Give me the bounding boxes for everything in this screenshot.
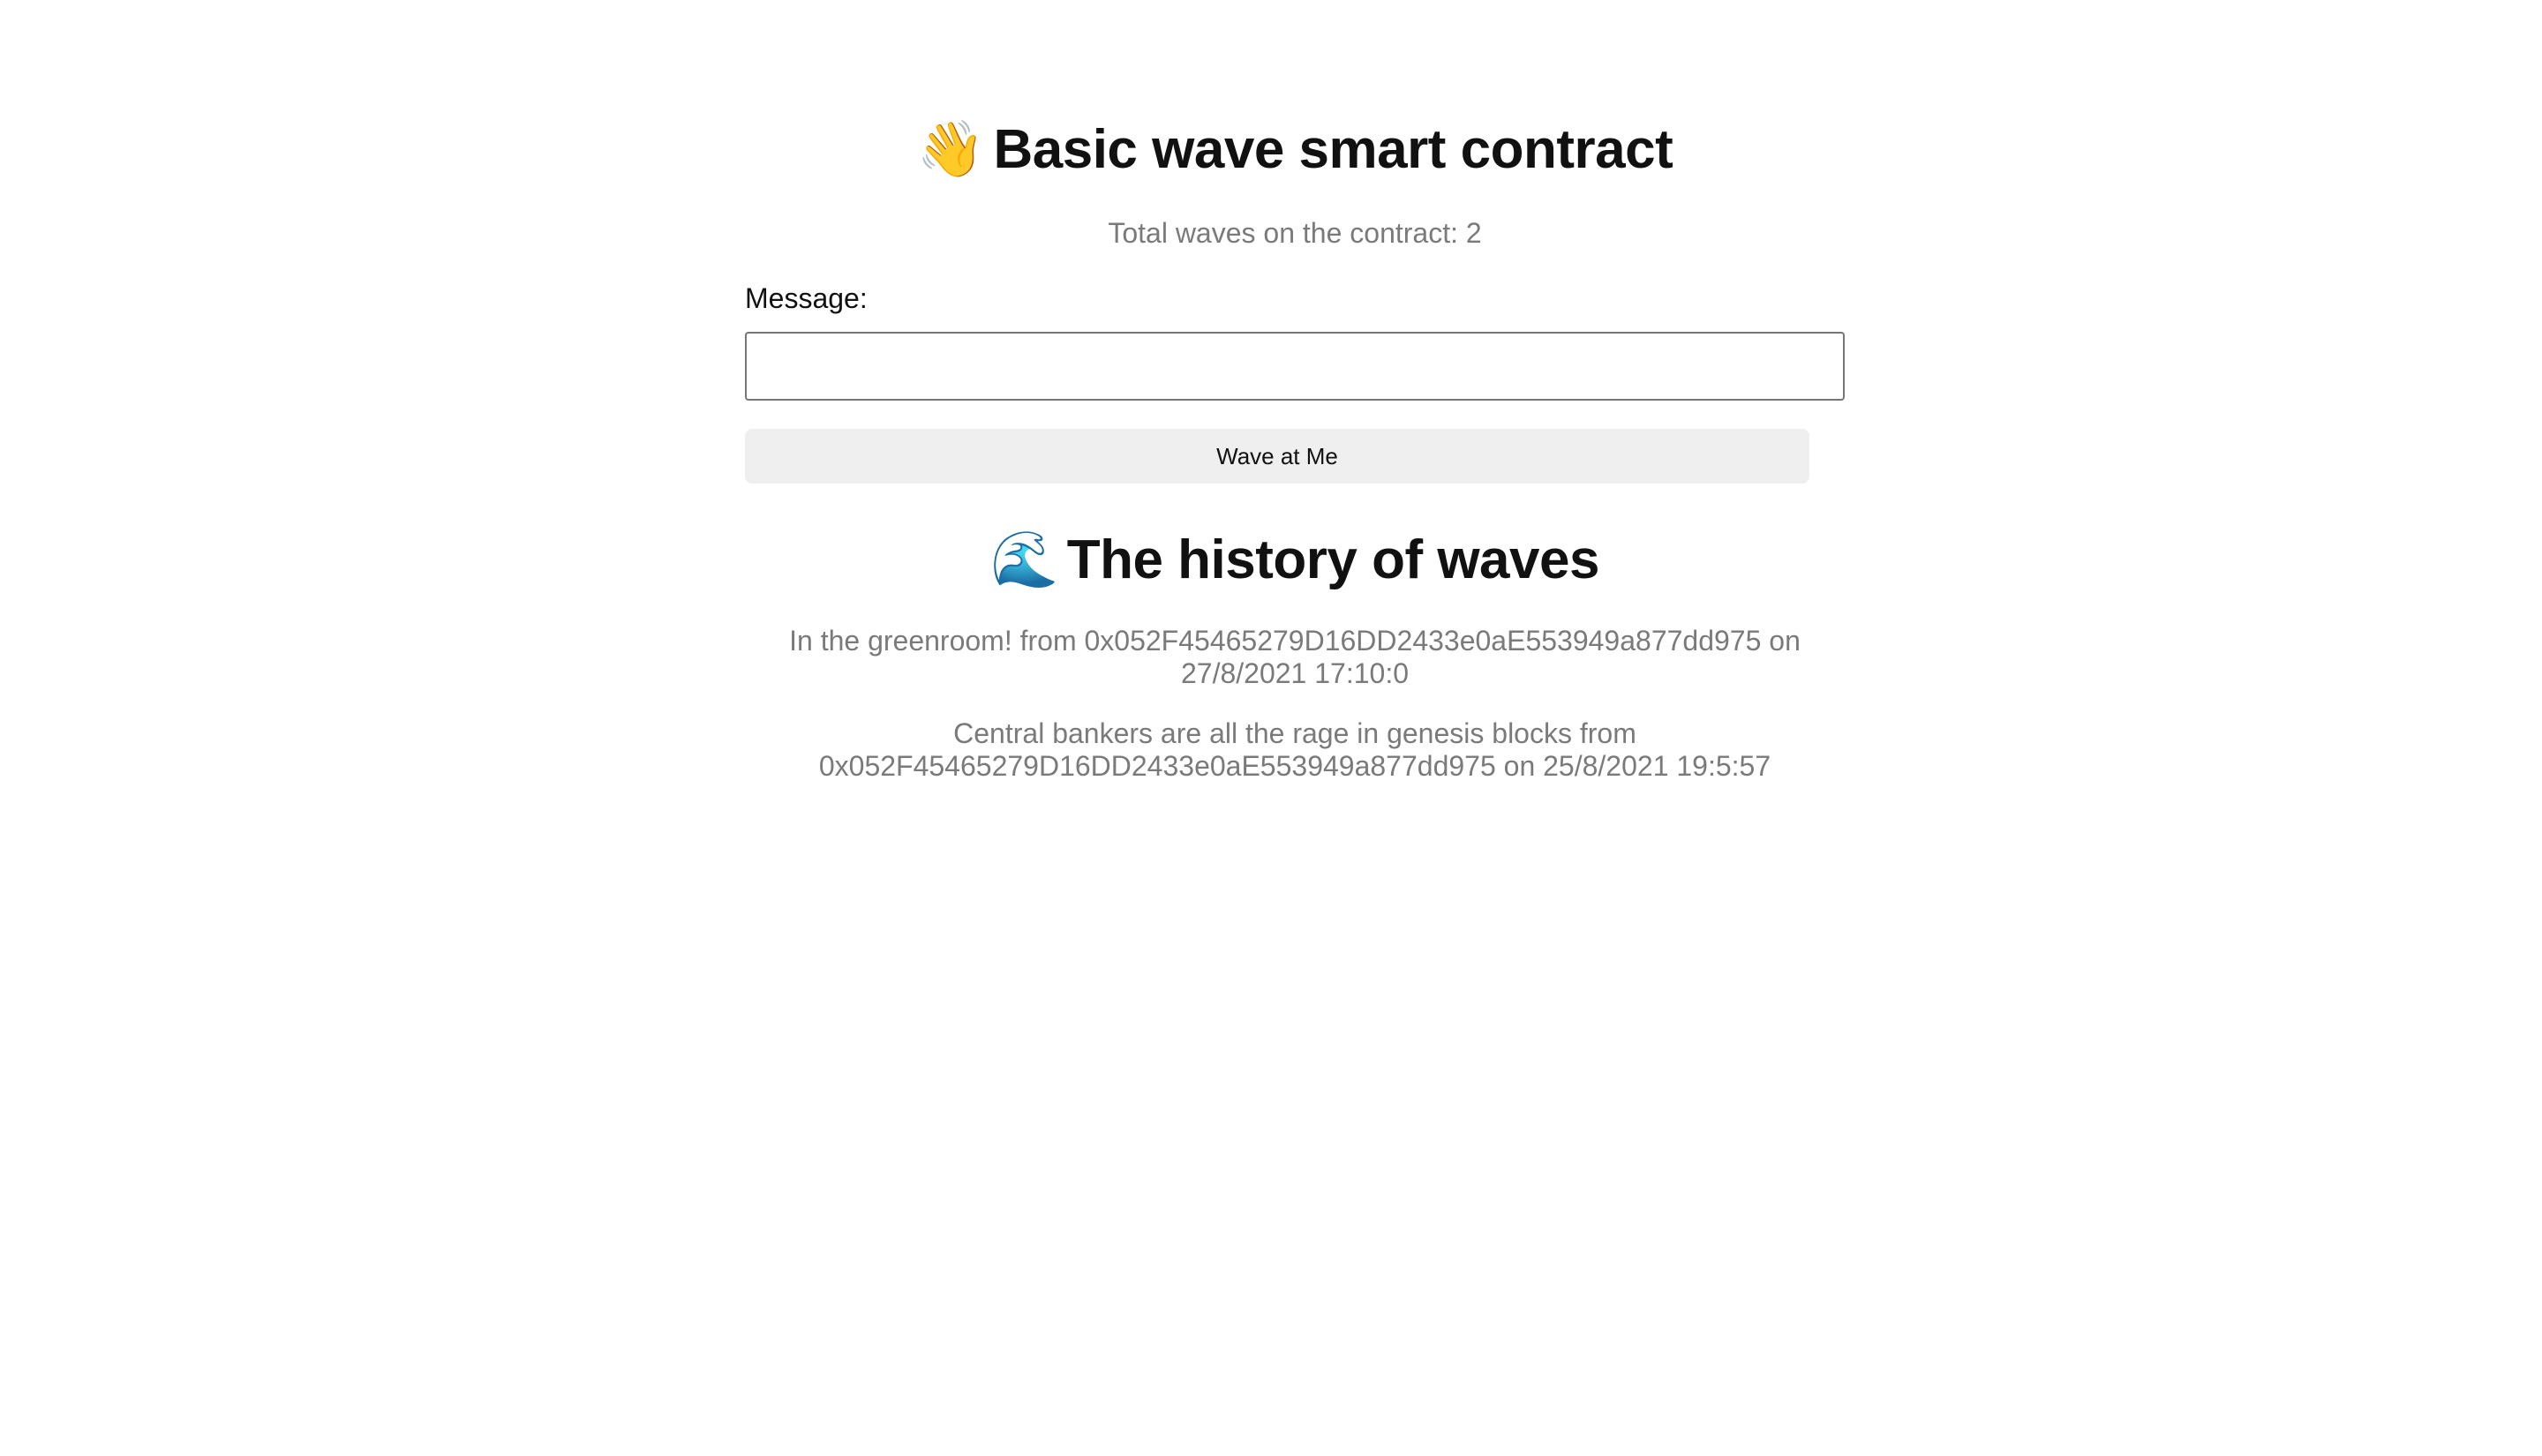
water-wave-icon: 🌊 — [990, 529, 1058, 590]
main-container: 👋 Basic wave smart contract Total waves o… — [745, 106, 1845, 810]
history-title-text: The history of waves — [1066, 529, 1600, 590]
message-input[interactable] — [745, 332, 1845, 401]
waves-list: In the greenroom! from 0x052F45465279D16… — [745, 625, 1845, 783]
waving-hand-icon: 👋 — [916, 119, 985, 180]
wave-entry: Central bankers are all the rage in gene… — [818, 717, 1771, 782]
page: 👋 Basic wave smart contract Total waves o… — [0, 0, 2542, 1456]
total-waves-count: Total waves on the contract: 2 — [1108, 217, 1482, 249]
page-title-text: Basic wave smart contract — [993, 119, 1673, 180]
page-title: 👋 Basic wave smart contract — [745, 106, 1845, 194]
wave-entry: In the greenroom! from 0x052F45465279D16… — [789, 625, 1801, 689]
wave-at-me-button[interactable]: Wave at Me — [745, 429, 1809, 484]
message-label: Message: — [745, 282, 868, 314]
history-title: 🌊 The history of waves — [745, 521, 1845, 600]
